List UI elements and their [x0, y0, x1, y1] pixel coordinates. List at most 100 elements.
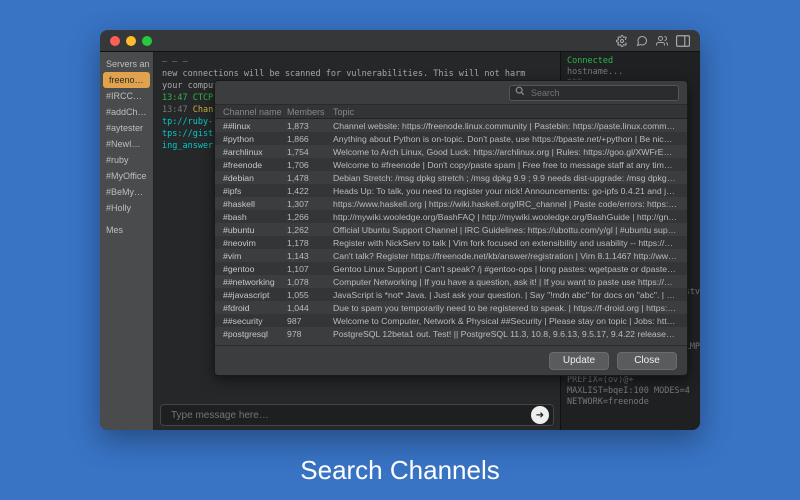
server-info-line: hostname...	[567, 67, 694, 78]
close-button[interactable]: Close	[617, 352, 677, 370]
cell-members: 1,178	[287, 238, 333, 248]
table-row[interactable]: #vim1,143Can't talk? Register https://fr…	[215, 249, 687, 262]
search-input[interactable]	[529, 87, 673, 99]
cell-topic: Channel website: https://freenode.linux.…	[333, 121, 687, 131]
table-row[interactable]: #fdroid1,044Due to spam you temporarily …	[215, 301, 687, 314]
update-button[interactable]: Update	[549, 352, 609, 370]
channel-search-panel: Channel name Members Topic ##linux1,873C…	[214, 80, 688, 376]
table-row[interactable]: #neovim1,178Register with NickServ to ta…	[215, 236, 687, 249]
cell-topic: Anything about Python is on-topic. Don't…	[333, 134, 687, 144]
table-row[interactable]: #gentoo1,107Gentoo Linux Support | Can't…	[215, 262, 687, 275]
sidebar-toggle-icon[interactable]	[676, 35, 690, 47]
server-sidebar: Servers an freenode#IRCChann#addChann#ay…	[100, 52, 154, 430]
cell-topic: Welcome to Computer, Network & Physical …	[333, 316, 687, 326]
cell-channel-name: ##networking	[215, 277, 287, 287]
cell-members: 987	[287, 316, 333, 326]
col-topic[interactable]: Topic	[333, 107, 687, 117]
window-zoom-icon[interactable]	[142, 36, 152, 46]
cell-channel-name: #ipfs	[215, 186, 287, 196]
cell-members: 1,873	[287, 121, 333, 131]
cell-channel-name: #postgresql	[215, 329, 287, 339]
cell-channel-name: #vim	[215, 251, 287, 261]
main-pane: — — —new connections will be scanned for…	[154, 52, 700, 430]
message-input-row: ➜	[160, 404, 554, 426]
cell-topic: http://mywiki.wooledge.org/BashFAQ | htt…	[333, 212, 687, 222]
cell-members: 1,055	[287, 290, 333, 300]
gear-icon[interactable]	[616, 35, 628, 47]
table-row[interactable]: #ubuntu1,262Official Ubuntu Support Chan…	[215, 223, 687, 236]
cell-channel-name: #fdroid	[215, 303, 287, 313]
table-row[interactable]: #bash1,266http://mywiki.wooledge.org/Bas…	[215, 210, 687, 223]
cell-members: 1,866	[287, 134, 333, 144]
table-row[interactable]: ##javascript1,055JavaScript is *not* Jav…	[215, 288, 687, 301]
cell-topic: Debian Stretch: /msg dpkg stretch ; /msg…	[333, 173, 687, 183]
sidebar-item-newircc[interactable]: #NewIRCC	[100, 136, 153, 152]
chat-icon[interactable]	[636, 35, 648, 47]
cell-topic: Welcome to #freenode | Don't copy/paste …	[333, 160, 687, 170]
table-row[interactable]: ##networking1,078Computer Networking | I…	[215, 275, 687, 288]
cell-topic: Register with NickServ to talk | Vim for…	[333, 238, 687, 248]
cell-members: 1,143	[287, 251, 333, 261]
cell-topic: PostgreSQL 12beta1 out. Test! || Postgre…	[333, 329, 687, 339]
table-row[interactable]: #ipfs1,422Heads Up: To talk, you need to…	[215, 184, 687, 197]
cell-members: 1,107	[287, 264, 333, 274]
sidebar-item-myoffice[interactable]: #MyOffice	[100, 168, 153, 184]
cell-channel-name: ##javascript	[215, 290, 287, 300]
search-field[interactable]	[509, 85, 679, 101]
cell-topic: Computer Networking | If you have a ques…	[333, 277, 687, 287]
col-channel-name[interactable]: Channel name	[215, 107, 287, 117]
cell-channel-name: ##linux	[215, 121, 287, 131]
channel-table-body: ##linux1,873Channel website: https://fre…	[215, 119, 687, 345]
sidebar-item-addchann[interactable]: #addChann	[100, 104, 153, 120]
table-row[interactable]: #freenode1,706Welcome to #freenode | Don…	[215, 158, 687, 171]
sidebar-item-aytester[interactable]: #aytester	[100, 120, 153, 136]
cell-members: 1,478	[287, 173, 333, 183]
table-row[interactable]: #haskell1,307https://www.haskell.org | h…	[215, 197, 687, 210]
cell-channel-name: #python	[215, 134, 287, 144]
cell-channel-name: #gentoo	[215, 264, 287, 274]
cell-channel-name: #bash	[215, 212, 287, 222]
table-row[interactable]: #archlinux1,754Welcome to Arch Linux, Go…	[215, 145, 687, 158]
table-row[interactable]: ##security987Welcome to Computer, Networ…	[215, 314, 687, 327]
page-caption: Search Channels	[0, 455, 800, 486]
cell-topic: Can't talk? Register https://freenode.ne…	[333, 251, 687, 261]
arrow-right-icon: ➜	[536, 410, 544, 421]
sidebar-footer: Mes	[100, 222, 153, 238]
table-row[interactable]: #debian1,478Debian Stretch: /msg dpkg st…	[215, 171, 687, 184]
cell-members: 978	[287, 329, 333, 339]
users-icon[interactable]	[656, 35, 668, 47]
window-minimize-icon[interactable]	[126, 36, 136, 46]
cell-members: 1,706	[287, 160, 333, 170]
send-button[interactable]: ➜	[531, 406, 549, 424]
cell-channel-name: #debian	[215, 173, 287, 183]
sidebar-header: Servers an	[100, 56, 153, 72]
cell-topic: Official Ubuntu Support Channel | IRC Gu…	[333, 225, 687, 235]
cell-topic: Welcome to Arch Linux, Good Luck: https:…	[333, 147, 687, 157]
cell-channel-name: #freenode	[215, 160, 287, 170]
cell-members: 1,044	[287, 303, 333, 313]
chat-line: — — —	[162, 56, 552, 68]
table-row[interactable]: #python1,866Anything about Python is on-…	[215, 132, 687, 145]
cell-channel-name: #neovim	[215, 238, 287, 248]
message-input[interactable]	[169, 409, 531, 422]
window-close-icon[interactable]	[110, 36, 120, 46]
table-row[interactable]: ##linux1,873Channel website: https://fre…	[215, 119, 687, 132]
cell-channel-name: #archlinux	[215, 147, 287, 157]
chat-line: new connections will be scanned for vuln…	[162, 68, 552, 80]
table-row[interactable]: #postgresql978PostgreSQL 12beta1 out. Te…	[215, 327, 687, 340]
server-info-line: MAXLIST=bqeI:100 MODES=4	[567, 386, 694, 397]
cell-members: 1,422	[287, 186, 333, 196]
cell-members: 1,078	[287, 277, 333, 287]
app-window: Servers an freenode#IRCChann#addChann#ay…	[100, 30, 700, 430]
sidebar-item-bemygue[interactable]: #BeMyGue	[100, 184, 153, 200]
cell-topic: Due to spam you temporarily need to be r…	[333, 303, 687, 313]
table-header: Channel name Members Topic	[215, 105, 687, 119]
sidebar-item-holly[interactable]: #Holly	[100, 200, 153, 216]
sidebar-item-ruby[interactable]: #ruby	[100, 152, 153, 168]
sidebar-item-freenode[interactable]: freenode	[103, 72, 150, 88]
sidebar-item-ircchann[interactable]: #IRCChann	[100, 88, 153, 104]
titlebar	[100, 30, 700, 52]
cell-members: 1,307	[287, 199, 333, 209]
cell-topic: https://www.haskell.org | https://wiki.h…	[333, 199, 687, 209]
col-members[interactable]: Members	[287, 107, 333, 117]
